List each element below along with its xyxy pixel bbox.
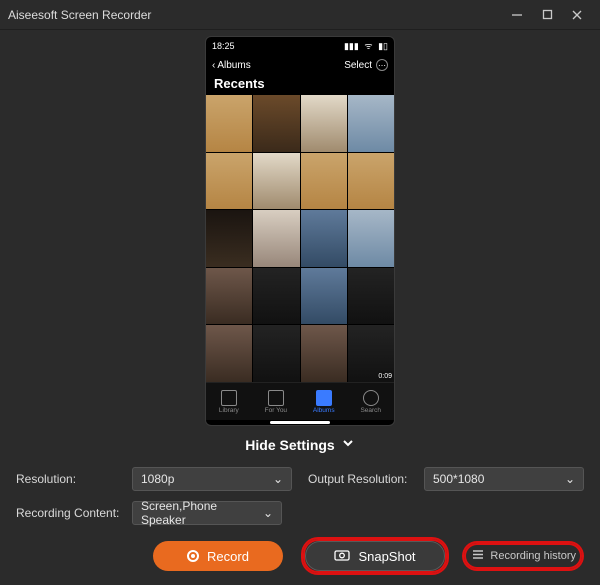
close-icon [571, 9, 583, 21]
settings-panel: Resolution: 1080p ⌄ Output Resolution: 5… [0, 461, 600, 533]
recording-content-value: Screen,Phone Speaker [141, 499, 263, 527]
camera-icon [334, 549, 350, 564]
photo-cell[interactable] [206, 153, 252, 210]
phone-statusbar: 18:25 ▮▮▮ ᯤ ▮▯ [206, 37, 394, 54]
phone-screen-title: Recents [206, 76, 394, 95]
phone-select-button[interactable]: Select [344, 60, 372, 71]
photo-cell[interactable] [348, 95, 394, 152]
photo-cell[interactable] [206, 268, 252, 325]
photo-cell[interactable] [253, 210, 299, 267]
record-button[interactable]: Record [153, 541, 283, 571]
search-icon [363, 390, 379, 406]
titlebar: Aiseesoft Screen Recorder [0, 0, 600, 30]
minimize-icon [511, 9, 523, 21]
maximize-icon [542, 9, 553, 20]
phone-time: 18:25 [212, 41, 235, 51]
recording-content-row: Recording Content: Screen,Phone Speaker … [16, 501, 584, 525]
photo-cell[interactable] [348, 268, 394, 325]
photo-grid: 0:09 [206, 95, 394, 382]
photo-cell[interactable] [206, 325, 252, 382]
photo-cell[interactable] [348, 153, 394, 210]
photo-cell[interactable] [301, 325, 347, 382]
recording-content-dropdown[interactable]: Screen,Phone Speaker ⌄ [132, 501, 282, 525]
photo-cell-video[interactable]: 0:09 [348, 325, 394, 382]
hide-settings-toggle[interactable]: Hide Settings [0, 426, 600, 461]
recording-history-label: Recording history [490, 550, 576, 562]
minimize-button[interactable] [502, 4, 532, 26]
photo-cell[interactable] [301, 210, 347, 267]
record-icon [187, 550, 199, 562]
photo-cell[interactable] [206, 210, 252, 267]
resolution-value: 1080p [141, 472, 174, 486]
signal-icon: ▮▮▮ [344, 41, 359, 51]
chevron-down-icon: ⌄ [263, 506, 273, 520]
tab-library[interactable]: Library [219, 390, 239, 414]
photo-cell[interactable] [253, 325, 299, 382]
photo-cell[interactable] [206, 95, 252, 152]
hide-settings-label: Hide Settings [245, 437, 334, 453]
photo-cell[interactable] [348, 210, 394, 267]
phone-preview-area: 18:25 ▮▮▮ ᯤ ▮▯ ‹ Albums Select ⋯ Recents [0, 30, 600, 426]
phone-frame: 18:25 ▮▮▮ ᯤ ▮▯ ‹ Albums Select ⋯ Recents [205, 36, 395, 426]
tab-for-you[interactable]: For You [265, 390, 287, 414]
foryou-icon [268, 390, 284, 406]
output-resolution-value: 500*1080 [433, 472, 484, 486]
record-label: Record [207, 549, 249, 564]
phone-back-button[interactable]: ‹ Albums [212, 60, 251, 71]
chevron-down-icon [341, 436, 355, 453]
snapshot-label: SnapShot [358, 549, 415, 564]
close-button[interactable] [562, 4, 592, 26]
chevron-down-icon: ⌄ [273, 472, 283, 486]
phone-tabbar: Library For You Albums Search [206, 382, 394, 420]
photo-cell[interactable] [301, 268, 347, 325]
output-resolution-dropdown[interactable]: 500*1080 ⌄ [424, 467, 584, 491]
albums-icon [316, 390, 332, 406]
action-row: Record SnapShot Recording history [0, 533, 600, 585]
phone-status-icons: ▮▮▮ ᯤ ▮▯ [341, 39, 388, 52]
resolution-row: Resolution: 1080p ⌄ [16, 467, 292, 491]
maximize-button[interactable] [532, 4, 562, 26]
video-duration: 0:09 [378, 373, 392, 380]
photo-cell[interactable] [253, 95, 299, 152]
wifi-icon: ᯤ [364, 41, 372, 51]
list-icon [470, 549, 484, 563]
photo-cell[interactable] [253, 153, 299, 210]
resolution-label: Resolution: [16, 472, 122, 486]
photo-cell[interactable] [253, 268, 299, 325]
more-icon[interactable]: ⋯ [376, 59, 388, 71]
recording-content-label: Recording Content: [16, 506, 122, 520]
window-title: Aiseesoft Screen Recorder [8, 8, 502, 22]
tab-albums[interactable]: Albums [313, 390, 335, 414]
snapshot-button[interactable]: SnapShot [305, 541, 445, 571]
battery-icon: ▮▯ [378, 41, 388, 51]
recording-history-button[interactable]: Recording history [464, 543, 582, 569]
phone-back-label: Albums [217, 60, 250, 71]
tab-search[interactable]: Search [360, 390, 381, 414]
photo-cell[interactable] [301, 153, 347, 210]
resolution-dropdown[interactable]: 1080p ⌄ [132, 467, 292, 491]
output-resolution-row: Output Resolution: 500*1080 ⌄ [308, 467, 584, 491]
chevron-left-icon: ‹ [212, 60, 215, 71]
home-indicator [206, 420, 394, 425]
photo-cell[interactable] [301, 95, 347, 152]
output-resolution-label: Output Resolution: [308, 472, 414, 486]
chevron-down-icon: ⌄ [565, 472, 575, 486]
library-icon [221, 390, 237, 406]
phone-nav: ‹ Albums Select ⋯ [206, 54, 394, 76]
